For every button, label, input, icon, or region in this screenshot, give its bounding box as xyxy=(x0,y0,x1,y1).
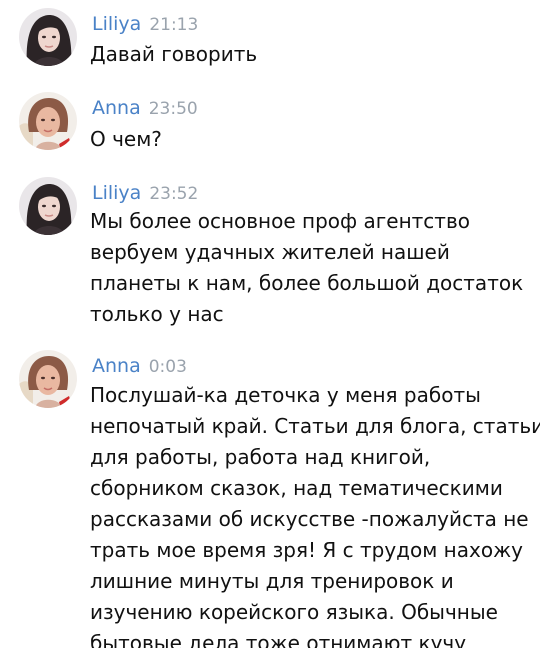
message-time: 21:13 xyxy=(149,15,199,35)
message-time: 0:03 xyxy=(148,357,187,377)
message-line: непочатый край. Статьи для блога, статьи xyxy=(90,414,540,438)
message-time: 23:50 xyxy=(148,99,198,119)
message-line: рассказами об искусстве -пожалуйста не xyxy=(90,507,529,531)
message-line: изучению корейского языка. Обычные xyxy=(90,600,498,624)
message-line: планеты к нам, более большой достаток xyxy=(90,271,524,295)
message-line: для работы, работа над книгой, xyxy=(90,445,431,469)
message-header: Liliya 21:13 xyxy=(92,12,198,37)
message-header: Liliya 23:52 xyxy=(92,181,198,206)
chat-message-list: Liliya 21:13 Давай говорить Anna 23:50 О… xyxy=(0,0,540,648)
message-line: трать мое время зря! Я с трудом нахожу xyxy=(90,538,523,562)
message-line: вербуем удачных жителей нашей xyxy=(90,240,450,264)
author-name[interactable]: Liliya xyxy=(92,182,141,204)
avatar-anna[interactable] xyxy=(19,92,77,150)
avatar-liliya[interactable] xyxy=(19,8,77,66)
message-text: Послушай-ка деточка у меня работы непоча… xyxy=(90,380,540,648)
message-text: О чем? xyxy=(90,124,530,155)
author-name[interactable]: Anna xyxy=(92,355,141,377)
author-name[interactable]: Liliya xyxy=(92,13,141,35)
message-header: Anna 0:03 xyxy=(92,354,187,379)
message-text: Давай говорить xyxy=(90,39,530,70)
message-header: Anna 23:50 xyxy=(92,96,198,121)
message-line: Давай говорить xyxy=(90,42,258,66)
avatar-liliya[interactable] xyxy=(19,177,77,235)
message-line: бытовые дела тоже отнимают кучу xyxy=(90,631,467,648)
message-line: Мы более основное проф агентство xyxy=(90,209,470,233)
message-line: лишние минуты для тренировок и xyxy=(90,569,454,593)
message-text: Мы более основное проф агентство вербуем… xyxy=(90,206,530,330)
avatar-anna[interactable] xyxy=(19,350,77,408)
message-line: Послушай-ка деточка у меня работы xyxy=(90,383,481,407)
message-time: 23:52 xyxy=(149,184,199,204)
message-line: О чем? xyxy=(90,127,162,151)
author-name[interactable]: Anna xyxy=(92,97,141,119)
message-line: сборником сказок, над тематическими xyxy=(90,476,503,500)
message-line: только у нас xyxy=(90,302,224,326)
